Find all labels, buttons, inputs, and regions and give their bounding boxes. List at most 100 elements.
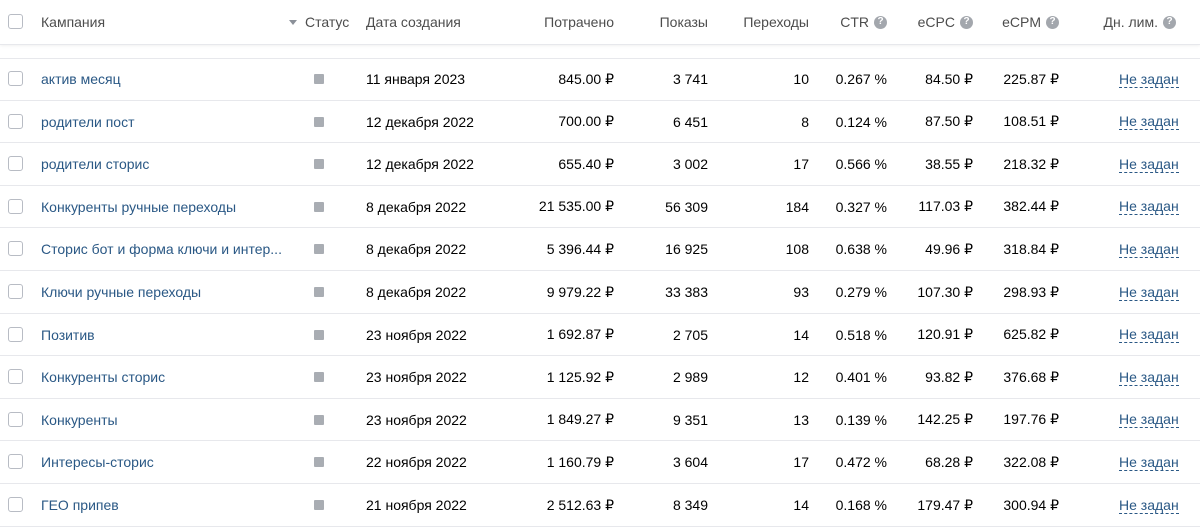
row-checkbox[interactable]	[8, 156, 23, 171]
created-date-cell: 8 декабря 2022	[366, 228, 466, 270]
table-row[interactable]: Конкуренты 23 ноября 2022 1 849.27 ₽ 9 351 1…	[0, 399, 1200, 441]
ecpm-value: 197.76 ₽	[1003, 411, 1059, 427]
column-ecpc[interactable]: eCPC ?	[895, 0, 973, 44]
row-checkbox[interactable]	[8, 326, 23, 342]
daily-limit-cell: Не задан	[1119, 228, 1179, 270]
ecpm-value: 382.44 ₽	[1003, 198, 1059, 214]
sort-desc-icon[interactable]	[289, 0, 297, 44]
daily-limit-cell: Не задан	[1119, 143, 1179, 185]
daily-limit-link[interactable]: Не задан	[1119, 454, 1179, 471]
column-ctr[interactable]: CTR ?	[815, 0, 887, 44]
campaign-name-link[interactable]: родители сторис	[41, 156, 149, 172]
spent-value: 5 396.44 ₽	[546, 240, 614, 257]
column-ecpm[interactable]: eCPM ?	[980, 0, 1059, 44]
row-checkbox[interactable]	[8, 71, 23, 86]
row-checkbox[interactable]	[8, 411, 23, 427]
campaign-name-link[interactable]: актив месяц	[41, 71, 121, 87]
table-row[interactable]: Конкуренты ручные переходы 8 декабря 2022…	[0, 186, 1200, 228]
table-row[interactable]: ГЕО припев 21 ноября 2022 2 512.63 ₽ 8 349 1…	[0, 484, 1200, 527]
column-created[interactable]: Дата создания	[366, 0, 461, 44]
daily-limit-link[interactable]: Не задан	[1119, 198, 1179, 215]
row-checkbox[interactable]	[8, 369, 23, 384]
status-cell	[314, 186, 324, 227]
status-square-icon	[314, 244, 324, 254]
daily-limit-link[interactable]: Не задан	[1119, 326, 1179, 343]
impressions-value: 6 451	[672, 113, 708, 130]
help-icon[interactable]: ?	[960, 15, 973, 29]
daily-limit-link[interactable]: Не задан	[1119, 241, 1179, 258]
table-row[interactable]: родители пост 12 декабря 2022 700.00 ₽ 6 45…	[0, 101, 1200, 143]
column-daily-limit[interactable]: Дн. лим. ?	[1080, 0, 1176, 44]
table-row[interactable]: Ключи ручные переходы 8 декабря 2022 9 979…	[0, 271, 1200, 314]
table-row[interactable]: Позитив 23 ноября 2022 1 692.87 ₽ 2 705 14 0.…	[0, 314, 1200, 356]
ecpc-value: 107.30 ₽	[917, 283, 973, 300]
ecpc-value: 84.50 ₽	[925, 70, 973, 87]
campaign-name-link[interactable]: ГЕО припев	[41, 497, 119, 513]
column-spent[interactable]: Потрачено	[480, 0, 614, 44]
spent-cell: 1 849.27 ₽	[480, 399, 614, 440]
row-checkbox[interactable]	[8, 454, 23, 469]
column-clicks[interactable]: Переходы	[715, 0, 809, 44]
impressions-value: 56 309	[665, 198, 708, 215]
status-cell	[314, 101, 324, 142]
ctr-cell: 0.124 %	[800, 101, 887, 142]
row-checkbox[interactable]	[8, 113, 23, 129]
table-row[interactable]: родители сторис 12 декабря 2022 655.40 ₽ 3 …	[0, 143, 1200, 186]
help-icon[interactable]: ?	[1046, 15, 1059, 29]
column-ctr-label: CTR	[840, 14, 869, 30]
ecpm-value: 300.94 ₽	[1003, 496, 1059, 513]
status-square-icon	[314, 74, 324, 84]
ecpm-value: 218.32 ₽	[1003, 155, 1059, 172]
campaign-name-link[interactable]: Конкуренты ручные переходы	[41, 199, 236, 215]
daily-limit-link[interactable]: Не задан	[1119, 71, 1179, 88]
daily-limit-link[interactable]: Не задан	[1119, 156, 1179, 173]
daily-limit-link[interactable]: Не задан	[1119, 497, 1179, 514]
spent-value: 1 849.27 ₽	[546, 411, 614, 427]
table-row[interactable]: актив месяц 11 января 2023 845.00 ₽ 3 741 10…	[0, 58, 1200, 101]
campaign-name-link[interactable]: Конкуренты сторис	[41, 369, 165, 385]
campaign-name-link[interactable]: Ключи ручные переходы	[41, 284, 201, 300]
ctr-cell: 0.139 %	[800, 399, 887, 440]
impressions-value: 16 925	[665, 241, 708, 257]
row-checkbox[interactable]	[8, 497, 23, 512]
impressions-value: 3 741	[672, 71, 708, 87]
spent-value: 845.00 ₽	[558, 70, 614, 87]
ecpc-cell: 142.25 ₽	[880, 399, 973, 440]
help-icon[interactable]: ?	[1163, 15, 1176, 29]
ecpc-value: 179.47 ₽	[917, 496, 973, 513]
daily-limit-link[interactable]: Не задан	[1119, 369, 1179, 386]
ecpm-value: 625.82 ₽	[1003, 326, 1059, 342]
campaign-cell: ГЕО припев	[41, 484, 119, 526]
help-icon[interactable]: ?	[874, 15, 887, 29]
campaign-name-link[interactable]: Конкуренты	[41, 412, 118, 428]
impressions-cell: 3 604	[620, 441, 708, 483]
campaign-name-link[interactable]: Позитив	[41, 327, 95, 343]
column-status[interactable]: Статус	[305, 0, 349, 44]
status-cell	[314, 143, 324, 185]
select-all-checkbox[interactable]	[8, 14, 23, 29]
status-cell	[314, 228, 324, 270]
row-checkbox[interactable]	[8, 284, 23, 299]
table-row[interactable]: Сторис бот и форма ключи и интер... 8 дек…	[0, 228, 1200, 271]
daily-limit-link[interactable]: Не задан	[1119, 284, 1179, 301]
impressions-cell: 6 451	[620, 101, 708, 142]
created-date-cell: 23 ноября 2022	[366, 399, 467, 440]
column-campaign[interactable]: Кампания	[41, 0, 105, 44]
column-spent-label: Потрачено	[544, 14, 614, 30]
created-date-cell: 11 января 2023	[366, 58, 465, 100]
daily-limit-cell: Не задан	[1119, 314, 1179, 355]
daily-limit-link[interactable]: Не задан	[1119, 411, 1179, 428]
table-row[interactable]: Конкуренты сторис 23 ноября 2022 1 125.92 …	[0, 356, 1200, 399]
ctr-cell: 0.168 %	[800, 484, 887, 526]
campaign-name-link[interactable]: родители пост	[41, 114, 135, 130]
ecpm-value: 376.68 ₽	[1003, 368, 1059, 385]
column-impressions[interactable]: Показы	[620, 0, 708, 44]
table-row[interactable]: Интересы-сторис 22 ноября 2022 1 160.79 ₽ 3…	[0, 441, 1200, 484]
campaign-name-link[interactable]: Сторис бот и форма ключи и интер...	[41, 241, 282, 257]
row-checkbox[interactable]	[8, 198, 23, 214]
daily-limit-link[interactable]: Не задан	[1119, 113, 1179, 130]
campaign-name-link[interactable]: Интересы-сторис	[41, 454, 154, 470]
ecpc-value: 117.03 ₽	[918, 198, 973, 214]
daily-limit-cell: Не задан	[1119, 399, 1179, 440]
row-checkbox[interactable]	[8, 241, 23, 256]
